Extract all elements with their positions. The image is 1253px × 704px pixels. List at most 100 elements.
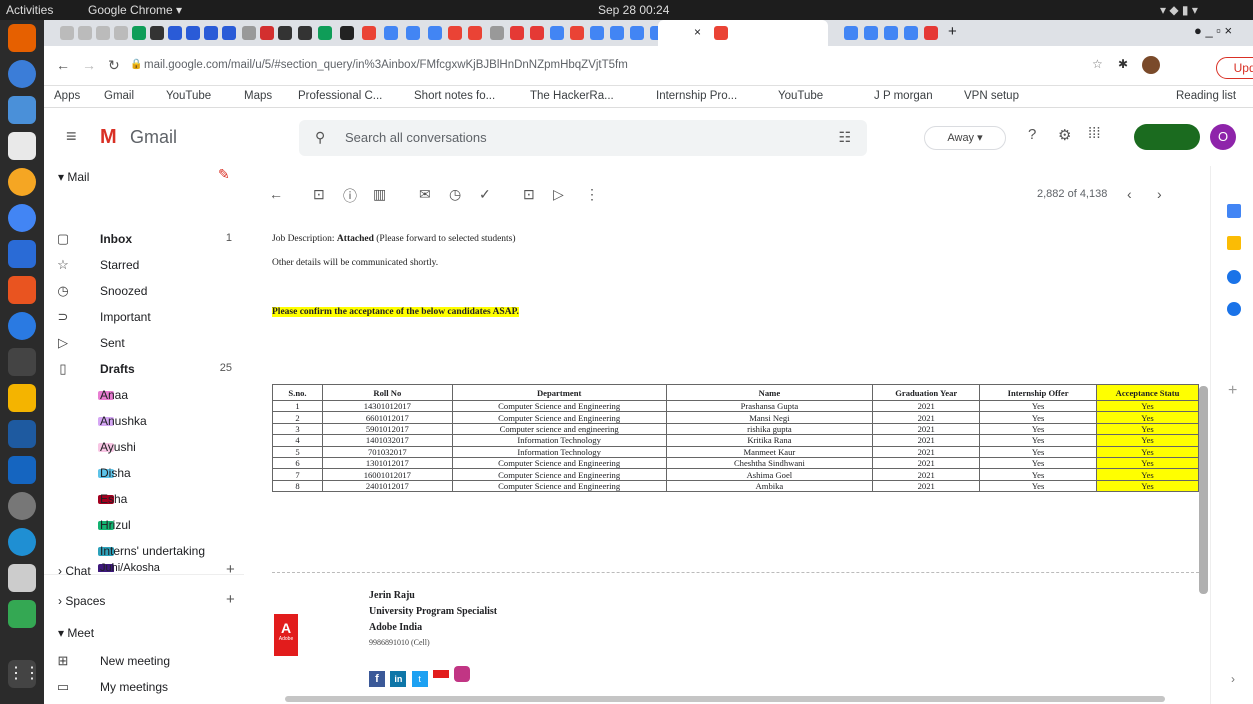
settings-icon[interactable]: ⚙ bbox=[1058, 126, 1071, 144]
tab[interactable] bbox=[550, 26, 564, 40]
app-icon[interactable] bbox=[8, 456, 36, 484]
update-button[interactable]: Update bbox=[1216, 57, 1253, 79]
add-chat-icon[interactable]: + bbox=[226, 561, 235, 578]
label-icon[interactable]: ▷ bbox=[553, 186, 564, 203]
reading-list[interactable]: Reading list bbox=[1176, 90, 1236, 102]
meet-section-header[interactable]: ▾ Meet bbox=[44, 620, 244, 646]
instagram-icon[interactable] bbox=[454, 666, 471, 682]
tab[interactable] bbox=[362, 26, 376, 40]
bookmark-professional[interactable]: Professional C... bbox=[298, 90, 382, 102]
tab[interactable] bbox=[150, 26, 164, 40]
tab[interactable] bbox=[222, 26, 236, 40]
bookmark-gmail[interactable]: Gmail bbox=[104, 90, 134, 102]
zoom-icon[interactable] bbox=[8, 96, 36, 124]
bookmark-internship[interactable]: Internship Pro... bbox=[656, 90, 737, 102]
clock[interactable]: Sep 28 00:24 bbox=[598, 3, 669, 17]
bookmark-hackerrank[interactable]: The HackerRa... bbox=[530, 90, 614, 102]
software-icon[interactable] bbox=[8, 276, 36, 304]
sidebar-label-ayushi[interactable]: Ayushi bbox=[44, 434, 244, 460]
older-icon[interactable]: › bbox=[1157, 186, 1162, 202]
back-icon[interactable]: ← bbox=[56, 57, 70, 73]
tab[interactable] bbox=[186, 26, 200, 40]
tab[interactable] bbox=[490, 26, 504, 40]
get-addons-icon[interactable]: + bbox=[1228, 382, 1237, 400]
tab[interactable] bbox=[78, 26, 92, 40]
sidebar-item-starred[interactable]: ☆ Starred bbox=[44, 252, 244, 278]
account-avatar[interactable]: O bbox=[1210, 124, 1236, 150]
sidebar-label-hrizul[interactable]: Hrizul bbox=[44, 512, 244, 538]
bookmark-apps[interactable]: Apps bbox=[54, 90, 80, 102]
menu-icon[interactable]: ≡ bbox=[66, 126, 77, 147]
sidebar-item-inbox[interactable]: ▢ Inbox 1 bbox=[44, 226, 244, 252]
bookmark-maps[interactable]: Maps bbox=[244, 90, 272, 102]
tab[interactable] bbox=[844, 26, 858, 40]
search-app-icon[interactable] bbox=[8, 564, 36, 592]
reload-icon[interactable]: ↻ bbox=[108, 57, 120, 74]
gmail-logo-icon[interactable]: M bbox=[100, 126, 117, 149]
url-field[interactable]: mail.google.com/mail/u/5/#section_query/… bbox=[144, 59, 628, 71]
keep-icon[interactable] bbox=[1227, 236, 1241, 250]
tab[interactable] bbox=[590, 26, 604, 40]
tab[interactable] bbox=[448, 26, 462, 40]
tab[interactable] bbox=[60, 26, 74, 40]
sidebar-item-snoozed[interactable]: ◷ Snoozed bbox=[44, 278, 244, 304]
search-options-icon[interactable]: ☷ bbox=[838, 129, 851, 146]
tab[interactable] bbox=[468, 26, 482, 40]
sidebar-label-esha[interactable]: Esha bbox=[44, 486, 244, 512]
expand-panel-icon[interactable]: › bbox=[1231, 672, 1235, 686]
tab[interactable] bbox=[96, 26, 110, 40]
account-logo[interactable] bbox=[1134, 124, 1200, 150]
tab[interactable] bbox=[384, 26, 398, 40]
search-input[interactable]: Search all conversations bbox=[345, 130, 487, 145]
show-apps-icon[interactable]: ⋮⋮ bbox=[8, 660, 40, 688]
snooze-icon[interactable]: ◷ bbox=[449, 186, 461, 203]
calc-icon[interactable] bbox=[8, 600, 36, 628]
bookmark-short-notes[interactable]: Short notes fo... bbox=[414, 90, 495, 102]
terminal-icon[interactable] bbox=[8, 348, 36, 376]
tab[interactable] bbox=[864, 26, 878, 40]
sidebar-item-drafts[interactable]: ▯ Drafts 25 bbox=[44, 356, 244, 382]
horizontal-scrollbar[interactable] bbox=[285, 696, 1165, 702]
youtube-icon[interactable] bbox=[433, 670, 450, 678]
vertical-scrollbar[interactable] bbox=[1199, 386, 1208, 594]
new-meeting-button[interactable]: ⊞ New meeting bbox=[44, 648, 244, 674]
status-button[interactable]: Away ▾ bbox=[924, 126, 1006, 150]
bookmark-jp-morgan[interactable]: J P morgan bbox=[874, 90, 933, 102]
lock-icon[interactable]: 🔒 bbox=[130, 59, 142, 70]
tab[interactable] bbox=[318, 26, 332, 40]
tab[interactable] bbox=[924, 26, 938, 40]
tab[interactable] bbox=[530, 26, 544, 40]
tab[interactable] bbox=[904, 26, 918, 40]
activities-button[interactable]: Activities bbox=[6, 3, 53, 17]
tab[interactable] bbox=[260, 26, 274, 40]
tab[interactable] bbox=[428, 26, 442, 40]
window-controls[interactable]: ● _ ▫ × bbox=[1194, 23, 1232, 38]
help-icon[interactable]: ? bbox=[1028, 126, 1036, 143]
app-menu[interactable]: Google Chrome ▾ bbox=[88, 3, 182, 17]
writer-icon[interactable] bbox=[8, 240, 36, 268]
system-tray-icon[interactable]: ▾ ◆ ▮ ▾ bbox=[1160, 3, 1198, 17]
tab[interactable] bbox=[610, 26, 624, 40]
tab[interactable] bbox=[340, 26, 354, 40]
extensions-icon[interactable]: ✱ bbox=[1118, 57, 1128, 71]
chat-section-header[interactable]: › Chat + bbox=[44, 558, 244, 584]
sidebar-item-sent[interactable]: ▷ Sent bbox=[44, 330, 244, 356]
apps-grid-icon[interactable]: ⁞⁞⁞ bbox=[1088, 125, 1101, 142]
tab[interactable] bbox=[168, 26, 182, 40]
linkedin-icon[interactable]: in bbox=[390, 671, 407, 687]
my-meetings-button[interactable]: ▭ My meetings bbox=[44, 674, 244, 700]
search-bar[interactable]: ⚲ Search all conversations ☷ bbox=[299, 120, 867, 156]
more-options-icon[interactable]: ⋮ bbox=[585, 186, 599, 203]
new-tab-icon[interactable]: + bbox=[948, 23, 957, 40]
tab[interactable] bbox=[884, 26, 898, 40]
slack-icon[interactable] bbox=[8, 384, 36, 412]
settings-icon[interactable] bbox=[8, 492, 36, 520]
move-to-icon[interactable]: ⊡ bbox=[523, 186, 535, 203]
files-icon[interactable] bbox=[8, 132, 36, 160]
search-icon[interactable]: ⚲ bbox=[315, 129, 325, 146]
sidebar-label-anaa[interactable]: Anaa bbox=[44, 382, 244, 408]
newer-icon[interactable]: ‹ bbox=[1127, 186, 1132, 202]
forward-icon[interactable]: → bbox=[82, 57, 96, 73]
spaces-section-header[interactable]: › Spaces + bbox=[44, 588, 244, 614]
thunderbird-icon[interactable] bbox=[8, 60, 36, 88]
